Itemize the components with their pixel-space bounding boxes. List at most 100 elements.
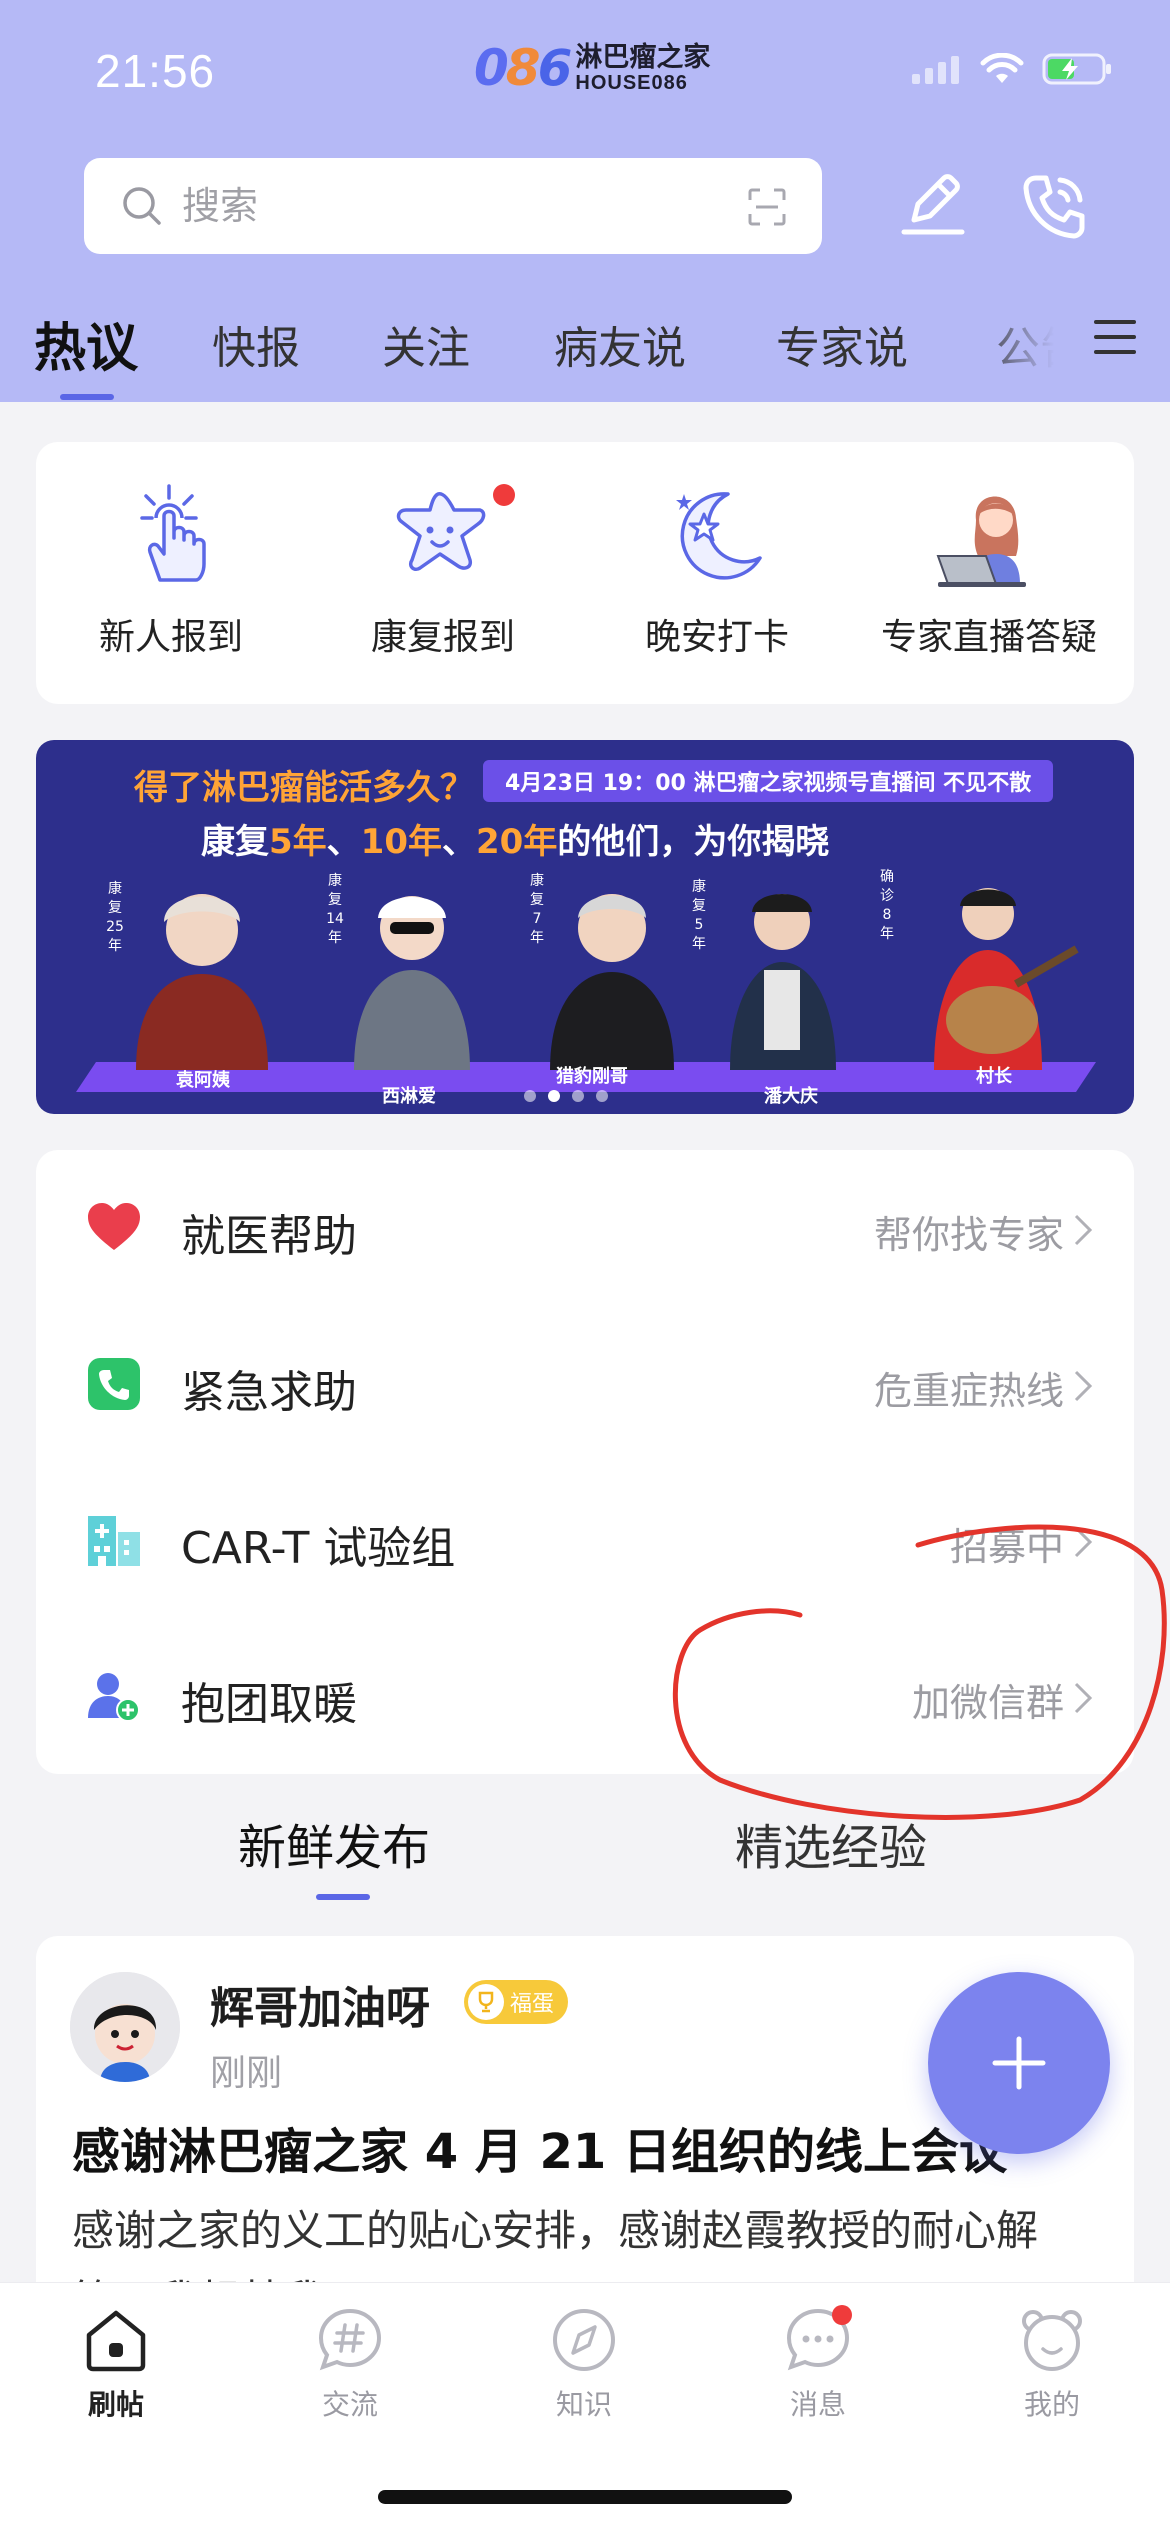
- active-tab-indicator: [60, 394, 114, 400]
- service-title: 抱团取暖: [181, 1679, 357, 1730]
- scan-icon[interactable]: [748, 188, 786, 226]
- service-subtitle: 帮你找专家: [873, 1213, 1064, 1257]
- nav-label: 我的: [1023, 2388, 1080, 2421]
- nav-label: 知识: [555, 2388, 612, 2421]
- banner-schedule: 4月23日 19：00 淋巴瘤之家视频号直播间 不见不散: [483, 760, 1054, 802]
- quick-action-newcomer-checkin[interactable]: 新人报到: [36, 472, 306, 660]
- service-subtitle: 加微信群: [911, 1681, 1064, 1725]
- nav-label: 刷帖: [87, 2388, 144, 2421]
- home-indicator: [378, 2490, 792, 2504]
- quick-actions-card: 新人报到 康复报到 晚安打卡 专家直播答疑: [36, 442, 1134, 704]
- quick-action-goodnight-checkin[interactable]: 晚安打卡: [582, 472, 852, 660]
- search-input[interactable]: [182, 184, 702, 228]
- quick-action-recovery-checkin[interactable]: 康复报到: [308, 472, 578, 660]
- plus-icon: [992, 2036, 1046, 2090]
- person-photo: [136, 894, 268, 1070]
- service-subtitle: 招募中: [949, 1525, 1064, 1569]
- service-row-medical-help[interactable]: 就医帮助 帮你找专家: [36, 1150, 1134, 1306]
- feed-tab-featured[interactable]: 精选经验: [735, 1808, 927, 1878]
- chevron-right-icon: [1074, 1370, 1093, 1402]
- nav-messages[interactable]: 消息: [738, 2305, 898, 2423]
- hospital-icon: [88, 1516, 140, 1566]
- quick-action-label: 晚安打卡: [644, 617, 789, 658]
- expert-laptop-icon: [936, 496, 1026, 587]
- message-notification-dot: [832, 2305, 852, 2325]
- service-title: 紧急求助: [181, 1367, 357, 1418]
- service-subtitle: 危重症热线: [873, 1369, 1064, 1413]
- trophy-icon: [468, 1984, 504, 2020]
- person-photo: [354, 896, 470, 1070]
- person-photo: [730, 894, 836, 1070]
- edit-pen-icon[interactable]: [900, 170, 966, 240]
- tab-experts-say[interactable]: 专家说: [776, 312, 908, 376]
- signal-icon: [912, 56, 959, 84]
- brand-name-en: HOUSE086: [575, 71, 688, 94]
- post-badge: 福蛋: [464, 1980, 569, 2024]
- post-time: 刚刚: [210, 2053, 283, 2094]
- service-list-card: 就医帮助 帮你找专家 紧急求助 危重症热线 CAR-T 试验组 招募中 抱团取暖…: [36, 1150, 1134, 1774]
- banner-page-dot: [548, 1090, 560, 1102]
- quick-action-expert-live-qa[interactable]: 专家直播答疑: [854, 472, 1124, 660]
- tap-hand-icon: [140, 484, 206, 582]
- person-name: 猎豹刚哥: [556, 1066, 628, 1087]
- star-face-icon: [396, 492, 486, 572]
- service-row-emergency-help[interactable]: 紧急求助 危重症热线: [36, 1306, 1134, 1462]
- nav-community[interactable]: 交流: [270, 2305, 430, 2423]
- chevron-right-icon: [1074, 1526, 1093, 1558]
- post-author[interactable]: 辉哥加油呀: [210, 1972, 430, 2036]
- phone-icon: [88, 1358, 140, 1410]
- tab-patients-say[interactable]: 病友说: [554, 312, 686, 376]
- person-photo: [934, 888, 1079, 1070]
- quick-action-label: 新人报到: [98, 617, 243, 658]
- service-row-join-group[interactable]: 抱团取暖 加微信群: [36, 1618, 1134, 1774]
- menu-icon[interactable]: [1094, 318, 1136, 356]
- person-years: 确诊8年: [880, 869, 894, 942]
- moon-star-icon: [676, 492, 762, 580]
- post-title[interactable]: 感谢淋巴瘤之家 4 月 21 日组织的线上会议: [72, 2112, 1007, 2182]
- service-title: 就医帮助: [181, 1211, 357, 1262]
- phone-call-icon[interactable]: [1020, 172, 1086, 242]
- banner-headline-part: 5年: [269, 822, 327, 862]
- banner-headline-part: 、: [442, 822, 476, 862]
- banner-headline-part: 、: [326, 822, 361, 862]
- cartoon-avatar-icon: [70, 1972, 180, 2082]
- chevron-right-icon: [1074, 1682, 1093, 1714]
- brand-mark: 086: [474, 39, 572, 97]
- nav-label: 消息: [789, 2388, 846, 2421]
- feed-tab-latest[interactable]: 新鲜发布: [238, 1808, 430, 1878]
- person-years: 康复5年: [692, 879, 706, 952]
- tab-news-flash[interactable]: 快报: [212, 312, 300, 376]
- brand-name-cn: 淋巴瘤之家: [575, 41, 711, 73]
- hashtag-bubble-icon: [318, 2308, 382, 2371]
- avatar[interactable]: [70, 1972, 180, 2082]
- person-name: 村长: [976, 1066, 1012, 1087]
- create-post-button[interactable]: [928, 1972, 1110, 2154]
- nav-profile[interactable]: 我的: [972, 2305, 1132, 2423]
- battery-icon: [1042, 53, 1111, 85]
- bear-face-icon: [1022, 2310, 1082, 2371]
- service-title: CAR-T 试验组: [181, 1523, 456, 1574]
- search-bar[interactable]: [84, 158, 822, 254]
- nav-knowledge[interactable]: 知识: [504, 2305, 664, 2423]
- tab-following[interactable]: 关注: [382, 312, 470, 376]
- heart-icon: [88, 1203, 140, 1250]
- person-years: 康复25年: [106, 881, 124, 954]
- promo-banner[interactable]: 得了淋巴瘤能活多久？ 4月23日 19：00 淋巴瘤之家视频号直播间 不见不散 …: [36, 740, 1134, 1114]
- person-years: 康复7年: [530, 873, 544, 946]
- tab-overflow-fade: [970, 300, 1090, 400]
- banner-headline-part: 20年: [476, 822, 558, 862]
- tab-hot-discussion[interactable]: 热议: [34, 306, 138, 381]
- banner-headline-part: 的他们，为你揭晓: [557, 822, 830, 862]
- nav-label: 交流: [321, 2388, 378, 2421]
- quick-action-label: 康复报到: [370, 617, 515, 658]
- search-icon: [123, 187, 161, 225]
- group-add-icon: [88, 1673, 140, 1722]
- banner-page-dot: [572, 1090, 584, 1102]
- service-row-cart-trial[interactable]: CAR-T 试验组 招募中: [36, 1462, 1134, 1618]
- banner-page-dot: [524, 1090, 536, 1102]
- status-icons: [912, 52, 1114, 86]
- banner-pagination: [524, 1090, 608, 1102]
- compass-icon: [553, 2309, 615, 2371]
- nav-home[interactable]: 刷帖: [36, 2305, 196, 2423]
- status-time: 21:56: [95, 45, 216, 97]
